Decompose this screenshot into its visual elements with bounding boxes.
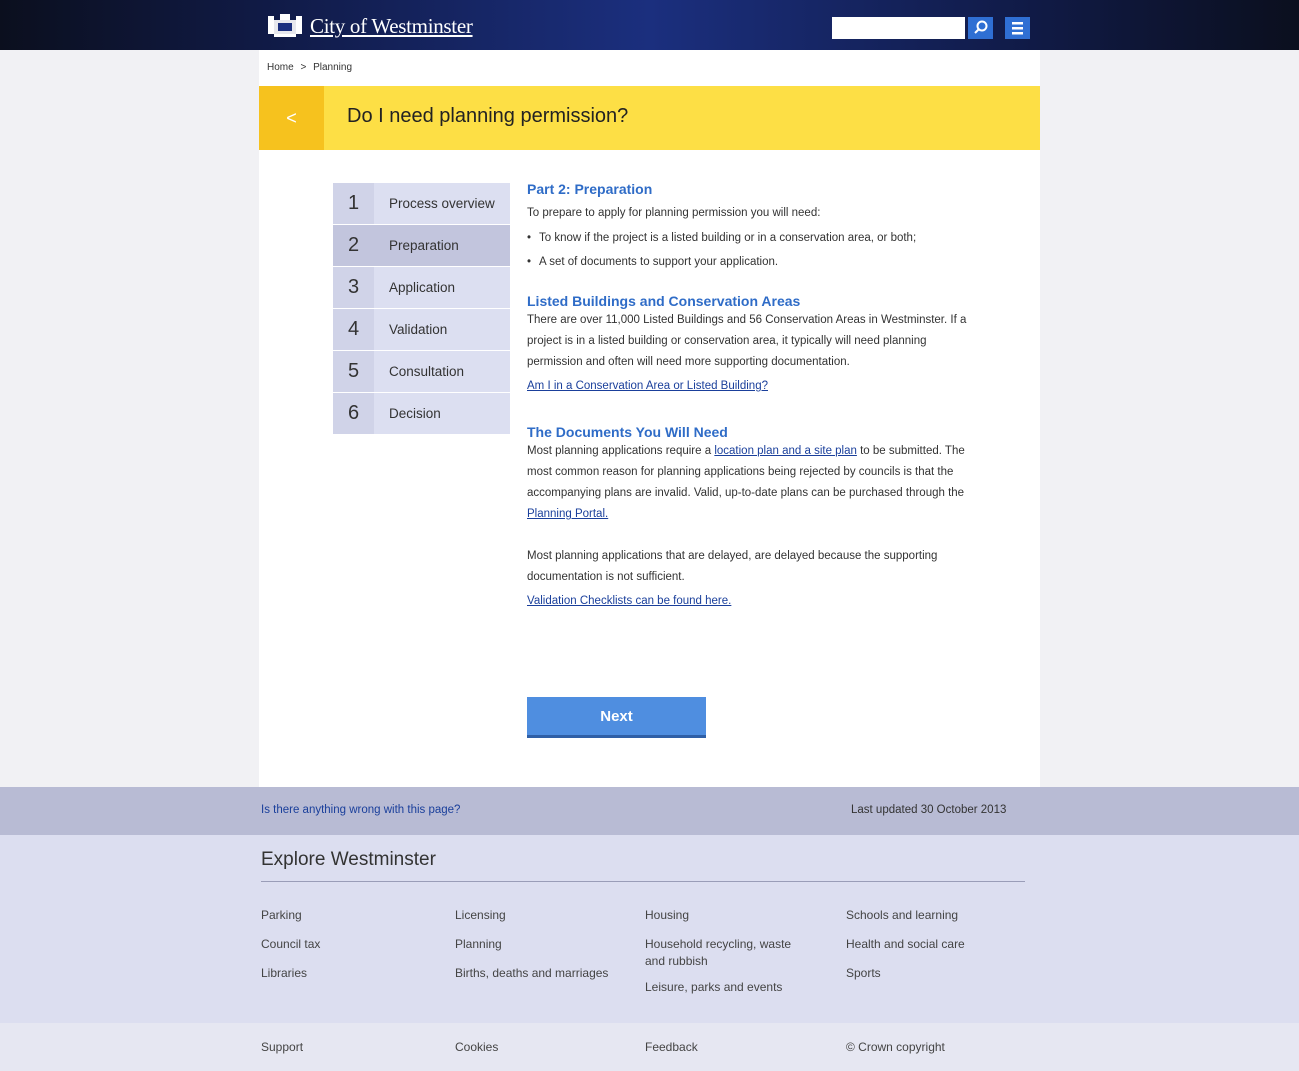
feedback-bar: Is there anything wrong with this page? …: [0, 787, 1299, 835]
search-button[interactable]: [968, 17, 993, 39]
back-button[interactable]: <: [259, 86, 324, 150]
cookies-link[interactable]: Cookies: [455, 1040, 498, 1054]
location-plan-link[interactable]: location plan and a site plan: [714, 445, 857, 457]
explore-title: Explore Westminster: [261, 849, 436, 870]
explore-link[interactable]: Parking: [261, 901, 320, 930]
documents-text-1: Most planning applications require a: [527, 445, 712, 457]
crest-icon: [268, 14, 302, 37]
breadcrumb-home[interactable]: Home: [267, 62, 294, 73]
search-input[interactable]: [832, 17, 965, 39]
divider: [261, 881, 1025, 882]
search-icon: [974, 20, 988, 34]
step-validation[interactable]: 4 Validation: [333, 309, 510, 351]
step-label: Process overview: [389, 196, 495, 211]
menu-icon: [1012, 22, 1023, 35]
step-consultation[interactable]: 5 Consultation: [333, 351, 510, 393]
site-title: City of Westminster: [310, 13, 473, 38]
conservation-area-link[interactable]: Am I in a Conservation Area or Listed Bu…: [527, 380, 768, 392]
documents-heading: The Documents You Will Need: [527, 424, 728, 440]
next-button[interactable]: Next: [527, 697, 706, 738]
page-title: Do I need planning permission?: [347, 105, 629, 127]
validation-checklists-link[interactable]: Validation Checklists can be found here.: [527, 595, 731, 607]
right-gutter: [1040, 50, 1299, 787]
step-number: 5: [333, 351, 374, 392]
documents-text: Most planning applications require a loc…: [527, 441, 977, 525]
breadcrumb: Home > Planning: [267, 62, 356, 73]
step-label: Application: [389, 280, 456, 295]
feedback-link[interactable]: Feedback: [645, 1040, 698, 1054]
step-number: 4: [333, 309, 374, 350]
explore-column: Licensing Planning Births, deaths and ma…: [455, 901, 608, 988]
intro-text: To prepare to apply for planning permiss…: [527, 207, 821, 219]
bullet-item: To know if the project is a listed build…: [527, 228, 977, 249]
page-banner: < Do I need planning permission?: [259, 86, 1040, 150]
step-label: Preparation: [389, 238, 459, 253]
explore-link[interactable]: Leisure, parks and events: [645, 973, 810, 1002]
step-decision[interactable]: 6 Decision: [333, 393, 510, 435]
explore-link[interactable]: Council tax: [261, 930, 320, 959]
step-application[interactable]: 3 Application: [333, 267, 510, 309]
step-number: 3: [333, 267, 374, 308]
bottom-bar: Support Cookies Feedback © Crown copyrig…: [0, 1023, 1299, 1071]
chevron-left-icon: <: [286, 107, 297, 128]
explore-column: Schools and learning Health and social c…: [846, 901, 965, 988]
explore-link[interactable]: Planning: [455, 930, 608, 959]
step-number: 6: [333, 393, 374, 434]
breadcrumb-separator: >: [300, 62, 307, 73]
explore-column: Housing Household recycling, waste and r…: [645, 901, 810, 1002]
explore-link[interactable]: Household recycling, waste and rubbish: [645, 936, 810, 970]
support-link[interactable]: Support: [261, 1040, 303, 1054]
step-preparation[interactable]: 2 Preparation: [333, 225, 510, 267]
site-logo[interactable]: City of Westminster: [268, 13, 473, 39]
report-problem-link[interactable]: Is there anything wrong with this page?: [261, 804, 460, 816]
planning-portal-link[interactable]: Planning Portal.: [527, 508, 608, 520]
step-number: 2: [333, 225, 374, 266]
listed-text: There are over 11,000 Listed Buildings a…: [527, 314, 967, 368]
process-steps-nav: 1 Process overview 2 Preparation 3 Appli…: [333, 183, 510, 435]
explore-link[interactable]: Sports: [846, 959, 965, 988]
step-label: Decision: [389, 406, 441, 421]
listed-heading: Listed Buildings and Conservation Areas: [527, 293, 801, 309]
menu-button[interactable]: [1005, 17, 1030, 39]
step-number: 1: [333, 183, 374, 224]
copyright-text: © Crown copyright: [846, 1040, 945, 1054]
explore-section: Explore Westminster Parking Council tax …: [0, 835, 1299, 1023]
step-label: Consultation: [389, 364, 465, 379]
main-content: Part 2: Preparation To prepare to apply …: [527, 180, 977, 612]
explore-link[interactable]: Licensing: [455, 901, 608, 930]
explore-link[interactable]: Births, deaths and marriages: [455, 959, 608, 988]
explore-link[interactable]: Schools and learning: [846, 901, 965, 930]
part-heading: Part 2: Preparation: [527, 181, 653, 197]
header-bar: City of Westminster: [0, 0, 1299, 50]
explore-link[interactable]: Housing: [645, 901, 810, 930]
explore-column: Parking Council tax Libraries: [261, 901, 320, 988]
delay-text: Most planning applications that are dela…: [527, 550, 938, 583]
left-gutter: [0, 50, 259, 787]
step-process-overview[interactable]: 1 Process overview: [333, 183, 510, 225]
last-updated: Last updated 30 October 2013: [851, 804, 1007, 816]
explore-link[interactable]: Libraries: [261, 959, 320, 988]
explore-link[interactable]: Health and social care: [846, 930, 965, 959]
bullet-item: A set of documents to support your appli…: [527, 252, 977, 273]
step-label: Validation: [389, 322, 448, 337]
breadcrumb-planning[interactable]: Planning: [313, 62, 352, 73]
